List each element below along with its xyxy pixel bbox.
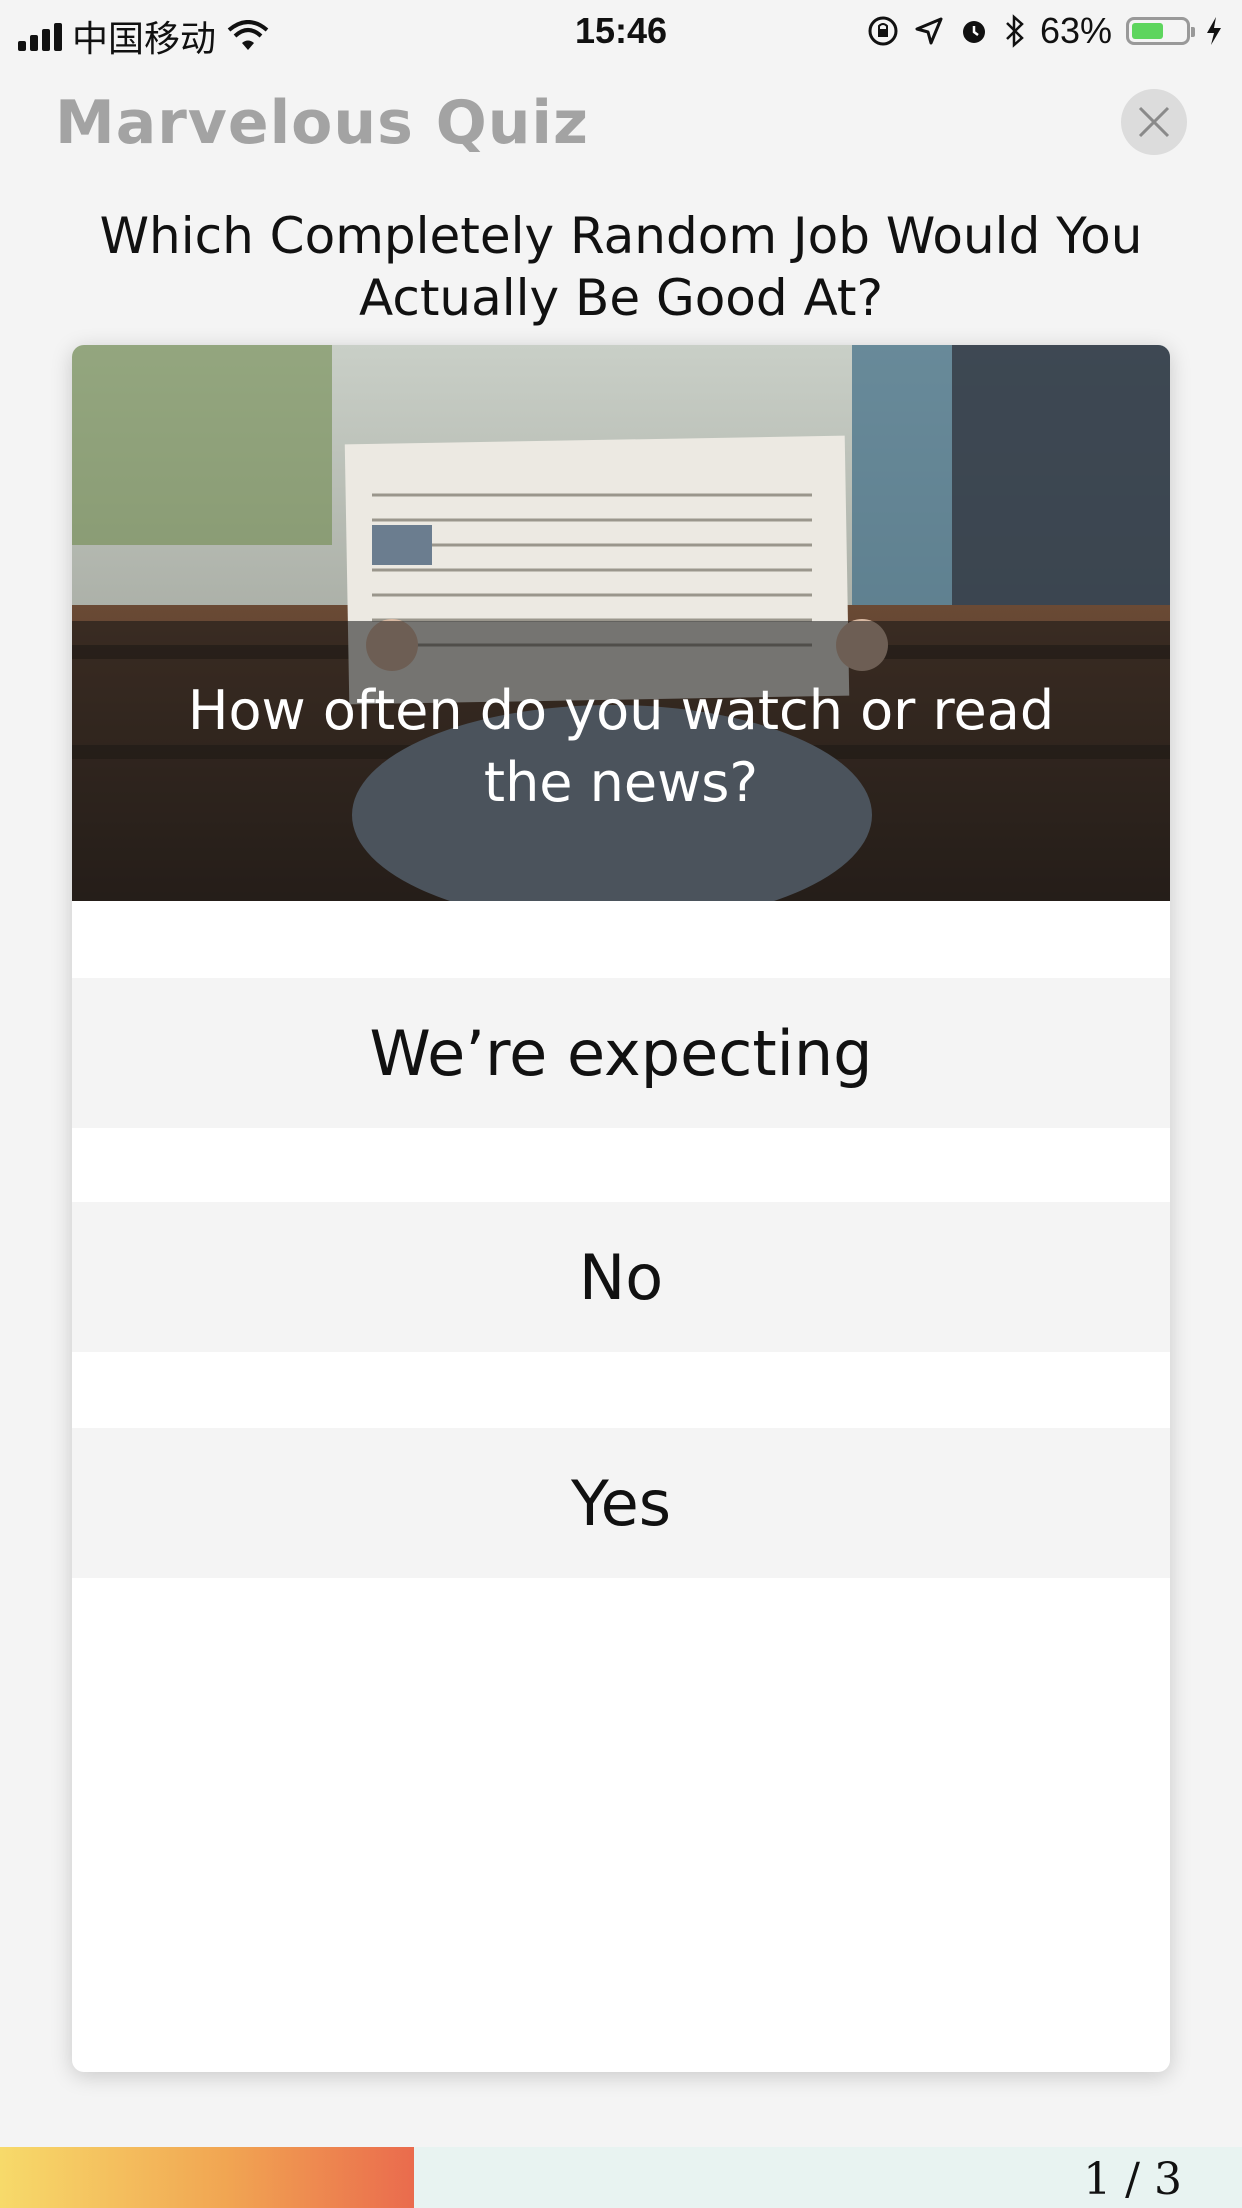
- status-right: 63%: [866, 10, 1224, 52]
- question-text: How often do you watch or read the news?: [187, 679, 1055, 814]
- close-button[interactable]: [1121, 89, 1187, 155]
- status-bar: 中国移动 15:46 63%: [0, 0, 1242, 62]
- close-icon: [1138, 106, 1170, 138]
- progress-label: 1 / 3: [1083, 2154, 1182, 2205]
- rotation-lock-icon: [868, 16, 898, 46]
- alarm-icon: [962, 21, 985, 43]
- battery-fill: [1132, 23, 1163, 39]
- answer-option-2[interactable]: No: [72, 1202, 1170, 1352]
- answer-option-3[interactable]: Yes: [72, 1428, 1170, 1578]
- question-image: How often do you watch or read the news?: [72, 345, 1170, 901]
- quiz-title: Which Completely Random Job Would You Ac…: [99, 207, 1143, 327]
- app-title: Marvelous Quiz: [55, 88, 589, 158]
- battery-icon: [1126, 17, 1195, 45]
- charging-icon: [1207, 17, 1221, 45]
- location-icon: [915, 17, 943, 45]
- progress-fill: [0, 2147, 414, 2208]
- answer-option-1[interactable]: We’re expecting: [72, 978, 1170, 1128]
- question-card: How often do you watch or read the news?…: [72, 345, 1170, 2072]
- progress-bar: [0, 2147, 1242, 2208]
- battery-percent: 63%: [1039, 10, 1112, 51]
- bluetooth-icon: [1006, 14, 1024, 48]
